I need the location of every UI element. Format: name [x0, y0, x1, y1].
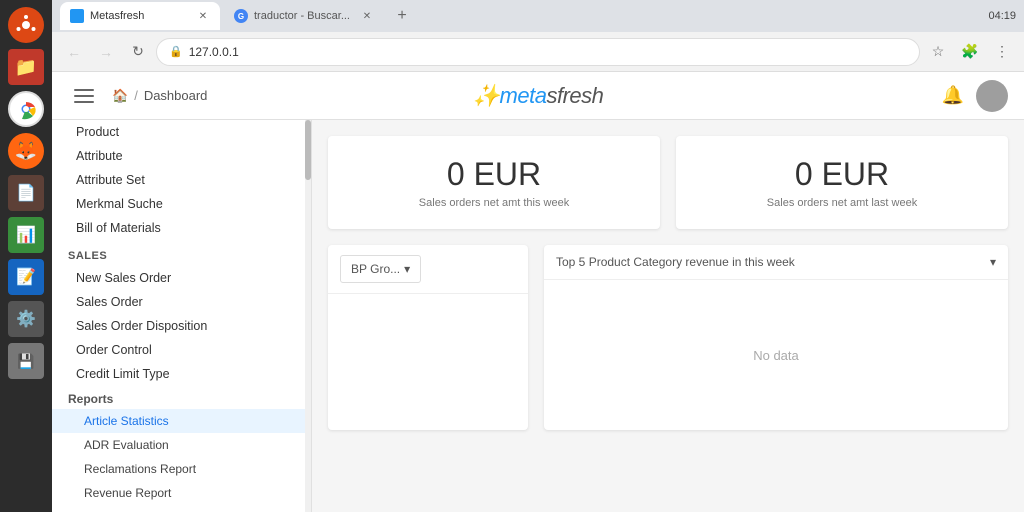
metasfresh-favicon: [70, 9, 84, 23]
chrome-time: 04:19: [988, 10, 1016, 22]
stat-value-last-week: 0 EUR: [696, 156, 988, 193]
dashboard-cards: 0 EUR Sales orders net amt this week 0 E…: [328, 136, 1008, 229]
nav-product[interactable]: Product: [52, 120, 311, 144]
chrome-window: Metasfresh ✕ G traductor - Buscar... ✕ +…: [52, 0, 1024, 512]
files-icon[interactable]: 📁: [8, 49, 44, 85]
app-header-right: 🔔: [942, 80, 1008, 112]
breadcrumb-page: Dashboard: [144, 88, 208, 103]
bp-group-header: BP Gro... ▾: [328, 245, 528, 294]
top5-no-data: No data: [544, 280, 1008, 430]
sales-section-label: SALES: [52, 240, 311, 266]
chrome-tab-close[interactable]: ✕: [196, 9, 210, 23]
main-area: Product Attribute Attribute Set Merkmal …: [52, 120, 1024, 512]
nav-revenue-week-report[interactable]: Revenue Week Report: [52, 505, 311, 512]
stat-card-last-week: 0 EUR Sales orders net amt last week: [676, 136, 1008, 229]
stat-label-this-week: Sales orders net amt this week: [348, 197, 640, 209]
no-data-text: No data: [753, 348, 799, 363]
app-header: 🏠 / Dashboard ✨metasfresh 🔔: [52, 72, 1024, 120]
stat-value-this-week: 0 EUR: [348, 156, 640, 193]
chrome-toolbar-actions: ☆ 🧩 ⋮: [924, 38, 1016, 66]
nav-article-statistics[interactable]: Article Statistics: [52, 409, 311, 433]
nav-merkmal-suche[interactable]: Merkmal Suche: [52, 192, 311, 216]
ubuntu-icon[interactable]: [8, 7, 44, 43]
nav-credit-limit-type[interactable]: Credit Limit Type: [52, 362, 311, 386]
top5-chart-title: Top 5 Product Category revenue in this w…: [556, 255, 795, 269]
nav-adr-evaluation[interactable]: ADR Evaluation: [52, 433, 311, 457]
bp-group-chevron: ▾: [404, 262, 410, 276]
extensions-button[interactable]: 🧩: [956, 38, 984, 66]
chrome-tab-metasfresh[interactable]: Metasfresh ✕: [60, 2, 220, 30]
os-taskbar: 📁 🦊 📄 📊 📝 ⚙️ 💾: [0, 0, 52, 512]
chrome-toolbar: ← → ↻ 🔒 127.0.0.1 ☆ 🧩 ⋮: [52, 32, 1024, 72]
nav-revenue-report[interactable]: Revenue Report: [52, 481, 311, 505]
firefox-icon[interactable]: 🦊: [8, 133, 44, 169]
bp-group-label: BP Gro...: [351, 262, 400, 276]
stat-card-this-week: 0 EUR Sales orders net amt this week: [328, 136, 660, 229]
home-icon[interactable]: 🏠: [112, 88, 128, 104]
hamburger-menu[interactable]: [68, 80, 100, 112]
lock-icon: 🔒: [169, 45, 183, 58]
text-icon[interactable]: 📝: [8, 259, 44, 295]
bell-icon[interactable]: 🔔: [942, 85, 964, 106]
chrome-menu-button[interactable]: ⋮: [988, 38, 1016, 66]
chrome-tab2-close[interactable]: ✕: [360, 9, 374, 23]
nav-scrollbar[interactable]: [305, 120, 311, 512]
bp-group-card: BP Gro... ▾: [328, 245, 528, 430]
hamburger-line-2: [74, 95, 94, 97]
chrome-icon[interactable]: [8, 91, 44, 127]
nav-scrollbar-thumb: [305, 120, 311, 180]
chrome-tab-traductor[interactable]: G traductor - Buscar... ✕: [224, 2, 384, 30]
bookmark-button[interactable]: ☆: [924, 38, 952, 66]
top5-chart-dropdown[interactable]: ▾: [990, 255, 996, 269]
app-content: 🏠 / Dashboard ✨metasfresh 🔔 Product Attr…: [52, 72, 1024, 512]
chrome-titlebar: Metasfresh ✕ G traductor - Buscar... ✕ +…: [52, 0, 1024, 32]
chrome-tab-label: Metasfresh: [90, 10, 144, 22]
top5-chart-card: Top 5 Product Category revenue in this w…: [544, 245, 1008, 430]
avatar[interactable]: [976, 80, 1008, 112]
settings-icon[interactable]: ⚙️: [8, 301, 44, 337]
nav-attribute[interactable]: Attribute: [52, 144, 311, 168]
files2-icon[interactable]: 📄: [8, 175, 44, 211]
nav-order-control[interactable]: Order Control: [52, 338, 311, 362]
stat-label-last-week: Sales orders net amt last week: [696, 197, 988, 209]
new-tab-button[interactable]: +: [388, 2, 416, 30]
address-bar[interactable]: 🔒 127.0.0.1: [156, 38, 920, 66]
content-area: 0 EUR Sales orders net amt this week 0 E…: [312, 120, 1024, 512]
nav-reclamations-report[interactable]: Reclamations Report: [52, 457, 311, 481]
nav-reports-group: Reports: [52, 386, 311, 409]
bp-group-dropdown[interactable]: BP Gro... ▾: [340, 255, 421, 283]
chrome-titlebar-controls: 04:19: [988, 10, 1016, 22]
nav-sidebar: Product Attribute Attribute Set Merkmal …: [52, 120, 312, 512]
nav-new-sales-order[interactable]: New Sales Order: [52, 266, 311, 290]
nav-bill-of-materials[interactable]: Bill of Materials: [52, 216, 311, 240]
google-favicon: G: [234, 9, 248, 23]
top5-chart-header: Top 5 Product Category revenue in this w…: [544, 245, 1008, 280]
usb-icon[interactable]: 💾: [8, 343, 44, 379]
chrome-tab-label2: traductor - Buscar...: [254, 10, 350, 22]
address-text: 127.0.0.1: [189, 45, 239, 59]
hamburger-line-3: [74, 101, 94, 103]
nav-sales-order[interactable]: Sales Order: [52, 290, 311, 314]
back-button[interactable]: ←: [60, 38, 88, 66]
chart-row: BP Gro... ▾ Top 5 Product Category reven…: [328, 245, 1008, 430]
reload-button[interactable]: ↻: [124, 38, 152, 66]
calc-icon[interactable]: 📊: [8, 217, 44, 253]
app-logo: ✨metasfresh: [473, 83, 604, 109]
breadcrumb: 🏠 / Dashboard: [112, 88, 207, 104]
nav-attribute-set[interactable]: Attribute Set: [52, 168, 311, 192]
hamburger-line-1: [74, 89, 94, 91]
forward-button[interactable]: →: [92, 38, 120, 66]
nav-sales-order-disposition[interactable]: Sales Order Disposition: [52, 314, 311, 338]
top5-chart-chevron: ▾: [990, 255, 996, 269]
breadcrumb-separator: /: [134, 88, 138, 103]
